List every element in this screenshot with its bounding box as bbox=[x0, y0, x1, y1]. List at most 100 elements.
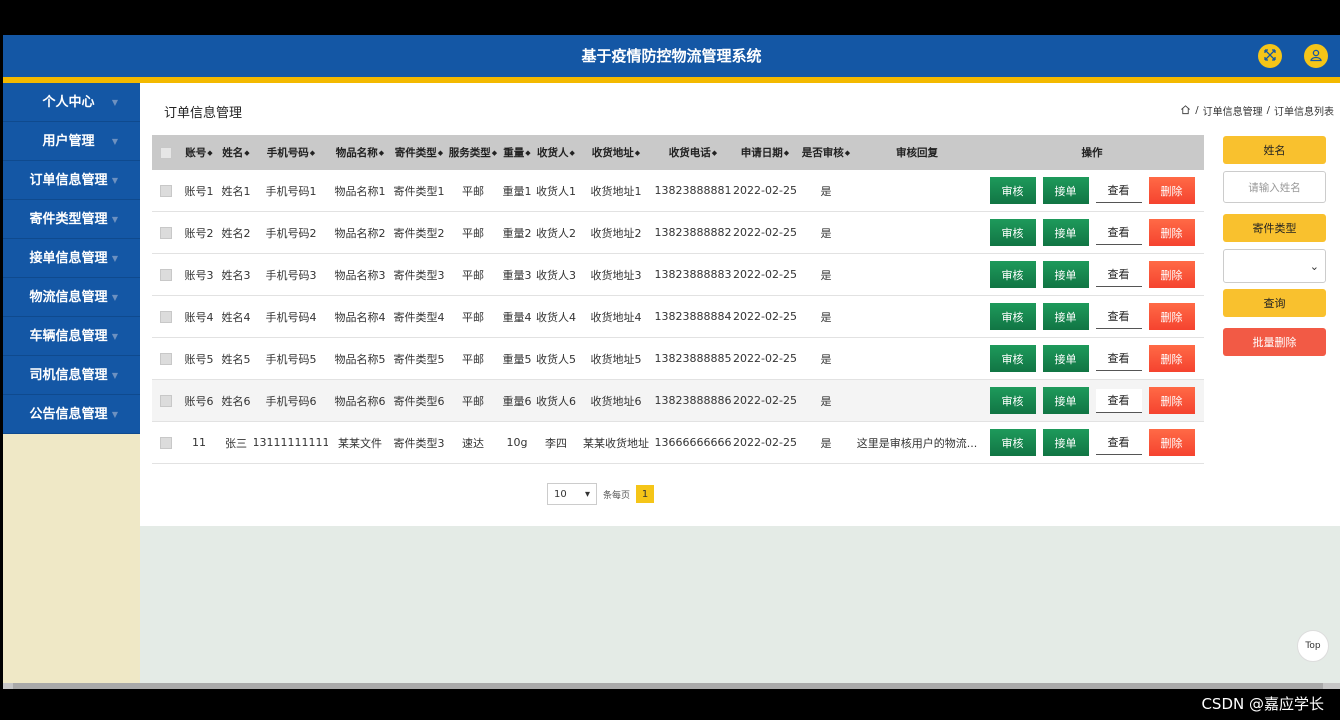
view-button[interactable]: 查看 bbox=[1095, 430, 1142, 455]
batch-delete-button[interactable]: 批量删除 bbox=[1223, 328, 1326, 356]
sort-icon[interactable]: ◆ bbox=[525, 149, 530, 157]
view-button[interactable]: 查看 bbox=[1095, 346, 1142, 371]
sidebar-item-personal-center[interactable]: 个人中心 ▼ bbox=[3, 83, 140, 122]
cell-name: 姓名6 bbox=[221, 394, 251, 408]
delete-button[interactable]: 删除 bbox=[1148, 345, 1195, 372]
audit-button[interactable]: 审核 bbox=[989, 177, 1036, 204]
sort-icon[interactable]: ◆ bbox=[244, 149, 249, 157]
column-header-address[interactable]: 收货地址 ◆ bbox=[578, 135, 654, 170]
cell-audit-reply: 这里是审核用户的物流... bbox=[856, 436, 978, 450]
delete-button[interactable]: 删除 bbox=[1148, 219, 1195, 246]
audit-button[interactable]: 审核 bbox=[989, 387, 1036, 414]
sort-icon[interactable]: ◆ bbox=[492, 149, 497, 157]
type-select[interactable]: ⌄ bbox=[1223, 249, 1326, 283]
row-checkbox[interactable] bbox=[160, 268, 172, 281]
audit-button[interactable]: 审核 bbox=[989, 219, 1036, 246]
sort-icon[interactable]: ◆ bbox=[207, 149, 212, 157]
order-table: 账号 ◆ 姓名 ◆ 手机号码 ◆ 物品名称 ◆ 寄件类型 ◆ 服务类型 ◆ 重量 ◆ 收货人 ◆ 收货地址 ◆ 收货… bbox=[152, 135, 1204, 464]
column-header-apply-date[interactable]: 申请日期 ◆ bbox=[732, 135, 798, 170]
audit-button[interactable]: 审核 bbox=[989, 345, 1036, 372]
delete-button[interactable]: 删除 bbox=[1148, 303, 1195, 330]
sort-icon[interactable]: ◆ bbox=[438, 149, 443, 157]
sort-icon[interactable]: ◆ bbox=[712, 149, 717, 157]
view-button[interactable]: 查看 bbox=[1095, 262, 1142, 287]
sidebar-item-notice-management[interactable]: 公告信息管理 ▼ bbox=[3, 395, 140, 434]
column-header-name[interactable]: 姓名 ◆ bbox=[218, 135, 254, 170]
view-button[interactable]: 查看 bbox=[1095, 178, 1142, 203]
cell-phone: 手机号码1 bbox=[265, 184, 317, 198]
cell-weight: 重量2 bbox=[502, 226, 532, 240]
cell-receiver: 收货人5 bbox=[536, 352, 576, 366]
sidebar-item-vehicle-management[interactable]: 车辆信息管理 ▼ bbox=[3, 317, 140, 356]
accept-button[interactable]: 接单 bbox=[1042, 177, 1089, 204]
cell-account: 账号4 bbox=[184, 310, 214, 324]
column-header-label: 账号 bbox=[185, 147, 207, 159]
row-checkbox[interactable] bbox=[160, 352, 172, 365]
page-button-current[interactable]: 1 bbox=[636, 485, 655, 503]
delete-button[interactable]: 删除 bbox=[1148, 177, 1195, 204]
column-header-label: 收货电话 bbox=[668, 147, 711, 159]
delete-button[interactable]: 删除 bbox=[1148, 429, 1195, 456]
chevron-down-icon: ▼ bbox=[111, 410, 118, 419]
cell-address: 收货地址1 bbox=[590, 184, 642, 198]
sort-icon[interactable]: ◆ bbox=[379, 149, 384, 157]
name-search-input[interactable]: 请输入姓名 bbox=[1223, 171, 1326, 203]
column-header-phone[interactable]: 手机号码 ◆ bbox=[254, 135, 328, 170]
sort-icon[interactable]: ◆ bbox=[570, 149, 575, 157]
view-button[interactable]: 查看 bbox=[1095, 304, 1142, 329]
delete-button[interactable]: 删除 bbox=[1148, 387, 1195, 414]
cell-actions: 审核 接单 查看 删除 bbox=[980, 296, 1204, 337]
column-header-receiver[interactable]: 收货人 ◆ bbox=[534, 135, 578, 170]
row-checkbox[interactable] bbox=[160, 436, 172, 449]
delete-button[interactable]: 删除 bbox=[1148, 261, 1195, 288]
query-button[interactable]: 查询 bbox=[1223, 289, 1326, 317]
column-header-shipment-type[interactable]: 寄件类型 ◆ bbox=[392, 135, 446, 170]
audit-button[interactable]: 审核 bbox=[989, 261, 1036, 288]
accept-button[interactable]: 接单 bbox=[1042, 429, 1089, 456]
accept-button[interactable]: 接单 bbox=[1042, 345, 1089, 372]
audit-button[interactable]: 审核 bbox=[989, 429, 1036, 456]
audit-button[interactable]: 审核 bbox=[989, 303, 1036, 330]
table-row: 11 张三 13111111111 某某文件 寄件类型3 速达 10g 李四 某某收货地址 136… bbox=[152, 422, 1204, 464]
home-icon[interactable] bbox=[1180, 104, 1191, 118]
cell-actions: 审核 接单 查看 删除 bbox=[980, 338, 1204, 379]
column-header-label: 物品名称 bbox=[335, 147, 378, 159]
cell-service-type: 平邮 bbox=[462, 184, 484, 198]
sidebar-item-logistics-management[interactable]: 物流信息管理 ▼ bbox=[3, 278, 140, 317]
column-header-audited[interactable]: 是否审核 ◆ bbox=[798, 135, 854, 170]
sidebar-item-shipment-type-management[interactable]: 寄件类型管理 ▼ bbox=[3, 200, 140, 239]
column-header-weight[interactable]: 重量 ◆ bbox=[500, 135, 534, 170]
breadcrumb-order-management[interactable]: 订单信息管理 bbox=[1203, 103, 1263, 118]
column-header-item-name[interactable]: 物品名称 ◆ bbox=[328, 135, 392, 170]
accept-button[interactable]: 接单 bbox=[1042, 387, 1089, 414]
page-size-select[interactable]: 10 ▾ bbox=[547, 483, 597, 505]
row-checkbox[interactable] bbox=[160, 226, 172, 239]
back-to-top-button[interactable]: Top bbox=[1297, 630, 1329, 662]
view-button[interactable]: 查看 bbox=[1095, 388, 1142, 413]
select-all-checkbox[interactable] bbox=[160, 146, 172, 159]
sidebar-item-user-management[interactable]: 用户管理 ▼ bbox=[3, 122, 140, 161]
column-header-account[interactable]: 账号 ◆ bbox=[180, 135, 218, 170]
sidebar-item-order-management[interactable]: 订单信息管理 ▼ bbox=[3, 161, 140, 200]
sort-icon[interactable]: ◆ bbox=[310, 149, 315, 157]
fullscreen-button[interactable] bbox=[1258, 44, 1282, 68]
accept-button[interactable]: 接单 bbox=[1042, 219, 1089, 246]
cell-address: 收货地址2 bbox=[590, 226, 642, 240]
sort-icon[interactable]: ◆ bbox=[635, 149, 640, 157]
column-header-service-type[interactable]: 服务类型 ◆ bbox=[446, 135, 500, 170]
row-checkbox[interactable] bbox=[160, 310, 172, 323]
sidebar-item-driver-management[interactable]: 司机信息管理 ▼ bbox=[3, 356, 140, 395]
sidebar-item-accept-order-management[interactable]: 接单信息管理 ▼ bbox=[3, 239, 140, 278]
user-button[interactable] bbox=[1304, 44, 1328, 68]
sidebar-item-label: 物流信息管理 bbox=[29, 290, 108, 305]
accept-button[interactable]: 接单 bbox=[1042, 303, 1089, 330]
view-button[interactable]: 查看 bbox=[1095, 220, 1142, 245]
column-header-receiver-phone[interactable]: 收货电话 ◆ bbox=[654, 135, 732, 170]
cell-actions: 审核 接单 查看 删除 bbox=[980, 380, 1204, 421]
row-checkbox[interactable] bbox=[160, 184, 172, 197]
sort-icon[interactable]: ◆ bbox=[845, 149, 850, 157]
sort-icon[interactable]: ◆ bbox=[784, 149, 789, 157]
accept-button[interactable]: 接单 bbox=[1042, 261, 1089, 288]
row-checkbox[interactable] bbox=[160, 394, 172, 407]
cell-shipment-type: 寄件类型3 bbox=[393, 268, 445, 282]
